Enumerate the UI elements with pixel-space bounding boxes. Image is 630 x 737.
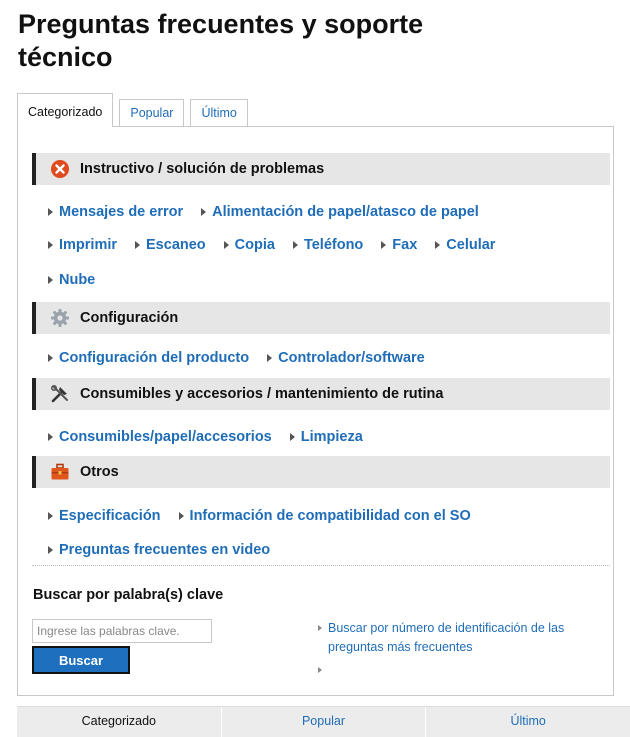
keyword-search-heading: Buscar por palabra(s) clave (33, 587, 224, 603)
page-title: Preguntas frecuentes y soporte técnico (18, 9, 424, 72)
bottom-tab-ultimo[interactable]: Último (426, 707, 630, 737)
bottom-tab-categorizado[interactable]: Categorizado (17, 707, 222, 737)
bottom-tab-bar: Categorizado Popular Último (17, 706, 630, 737)
link-nube[interactable]: Nube (48, 272, 95, 288)
link-alimentacion-papel[interactable]: Alimentación de papel/atasco de papel (201, 204, 479, 220)
triangle-right-icon (381, 241, 387, 249)
triangle-right-icon (135, 241, 141, 249)
link-row: Configuración del producto Controlador/s… (48, 350, 443, 366)
section-header-consumibles: Consumibles y accesorios / mantenimiento… (32, 378, 610, 410)
link-telefono[interactable]: Teléfono (292, 237, 363, 253)
triangle-right-icon (289, 433, 295, 441)
search-button[interactable]: Buscar (32, 646, 130, 674)
search-by-id-link[interactable]: Buscar por número de identificación de l… (318, 619, 620, 657)
link-row: Especificación Información de compatibil… (48, 508, 489, 524)
link-limpieza[interactable]: Limpieza (289, 429, 363, 445)
link-configuracion-producto[interactable]: Configuración del producto (48, 350, 249, 366)
section-title: Configuración (80, 310, 179, 326)
link-compatibilidad-so[interactable]: Información de compatibilidad con el SO (178, 508, 471, 524)
link-celular[interactable]: Celular (435, 237, 495, 253)
link-preguntas-video[interactable]: Preguntas frecuentes en video (48, 542, 270, 558)
error-circle-icon (50, 159, 70, 179)
bottom-tab-popular[interactable]: Popular (222, 707, 427, 737)
search-by-id-label: Buscar por número de identificación de l… (328, 621, 565, 654)
link-especificacion[interactable]: Especificación (48, 508, 161, 524)
section-header-configuracion: Configuración (32, 302, 610, 334)
triangle-right-icon (178, 512, 184, 520)
link-fax[interactable]: Fax (381, 237, 417, 253)
triangle-right-icon (48, 276, 53, 284)
triangle-right-icon (48, 546, 53, 554)
link-row: Consumibles/papel/accesorios Limpieza (48, 429, 381, 445)
link-controlador-software[interactable]: Controlador/software (267, 350, 425, 366)
triangle-right-icon (48, 354, 53, 362)
triangle-right-icon (48, 512, 53, 520)
tab-ultimo[interactable]: Último (190, 99, 248, 127)
tab-bar: Categorizado Popular Último (17, 93, 254, 127)
triangle-right-icon (267, 354, 273, 362)
triangle-right-icon (318, 625, 322, 631)
divider (32, 565, 610, 566)
section-header-instructivo: Instructivo / solución de problemas (32, 153, 610, 185)
triangle-right-icon (292, 241, 298, 249)
link-row: Mensajes de error Alimentación de papel/… (48, 204, 497, 220)
keyword-search-input[interactable] (32, 619, 212, 643)
section-title: Otros (80, 464, 119, 480)
link-escaneo[interactable]: Escaneo (135, 237, 206, 253)
link-row: Imprimir Escaneo Copia Teléfono Fax Celu… (48, 237, 513, 253)
toolbox-icon (50, 462, 70, 482)
gear-icon (50, 308, 70, 328)
link-row: Nube (48, 272, 113, 288)
triangle-right-icon (48, 433, 53, 441)
empty-link[interactable] (318, 663, 338, 677)
section-title: Instructivo / solución de problemas (80, 161, 325, 177)
tab-popular[interactable]: Popular (119, 99, 185, 127)
triangle-right-icon (48, 241, 53, 249)
link-copia[interactable]: Copia (223, 237, 275, 253)
triangle-right-icon (223, 241, 229, 249)
triangle-right-icon (48, 208, 53, 216)
link-row: Preguntas frecuentes en video (48, 542, 288, 558)
section-header-otros: Otros (32, 456, 610, 488)
tools-icon (50, 384, 70, 404)
link-imprimir[interactable]: Imprimir (48, 237, 117, 253)
link-consumibles-papel[interactable]: Consumibles/papel/accesorios (48, 429, 272, 445)
triangle-right-icon (201, 208, 207, 216)
triangle-right-icon (318, 667, 322, 673)
section-title: Consumibles y accesorios / mantenimiento… (80, 386, 444, 402)
tab-categorizado[interactable]: Categorizado (17, 93, 114, 127)
triangle-right-icon (435, 241, 441, 249)
link-mensajes-de-error[interactable]: Mensajes de error (48, 204, 183, 220)
